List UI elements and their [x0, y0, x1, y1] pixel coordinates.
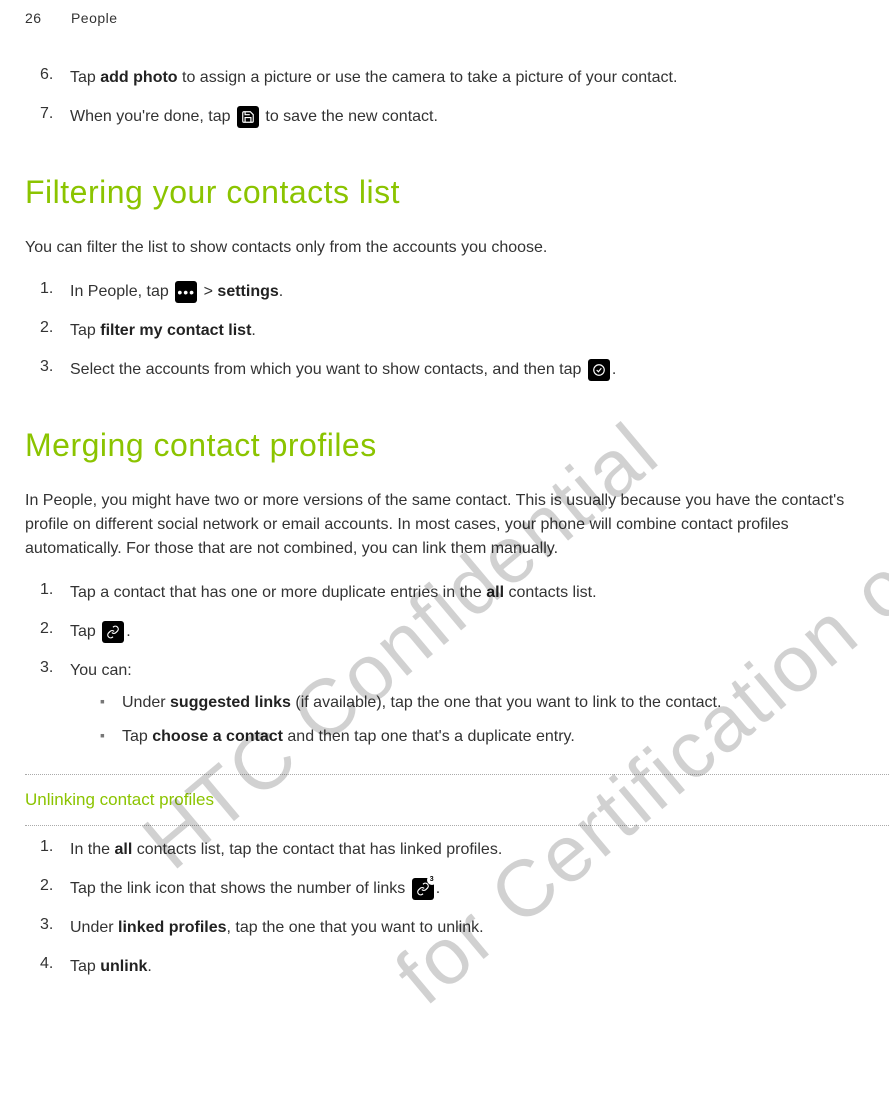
merge-sub-2: ▪ Tap choose a contact and then tap one …	[100, 725, 721, 749]
merge-sub-1: ▪ Under suggested links (if available), …	[100, 691, 721, 715]
section-name: People	[71, 10, 118, 26]
page-number: 26	[25, 10, 42, 26]
unlinking-steps: 1. In the all contacts list, tap the con…	[40, 838, 864, 979]
save-icon	[237, 106, 259, 128]
more-icon: •••	[175, 281, 197, 303]
filter-step-1: 1. In People, tap ••• > settings.	[40, 280, 864, 304]
filter-step-2: 2. Tap filter my contact list.	[40, 319, 864, 343]
step-6: 6. Tap add photo to assign a picture or …	[40, 66, 864, 90]
unlink-step-1: 1. In the all contacts list, tap the con…	[40, 838, 864, 862]
filtering-heading: Filtering your contacts list	[25, 174, 864, 211]
unlinking-heading-wrap: Unlinking contact profiles	[25, 774, 864, 826]
unlink-step-2: 2. Tap the link icon that shows the numb…	[40, 877, 864, 901]
check-icon	[588, 359, 610, 381]
unlink-step-4: 4. Tap unlink.	[40, 955, 864, 979]
merging-heading: Merging contact profiles	[25, 427, 864, 464]
step-7: 7. When you're done, tap to save the new…	[40, 105, 864, 129]
merging-steps: 1. Tap a contact that has one or more du…	[40, 581, 864, 759]
link-count-icon: 3	[412, 878, 434, 900]
merge-step-3: 3. You can: ▪ Under suggested links (if …	[40, 659, 864, 759]
unlink-step-3: 3. Under linked profiles, tap the one th…	[40, 916, 864, 940]
unlinking-heading: Unlinking contact profiles	[25, 790, 864, 810]
page-header: 26 People	[25, 10, 864, 26]
merging-lead: In People, you might have two or more ve…	[25, 489, 864, 561]
filter-step-3: 3. Select the accounts from which you wa…	[40, 358, 864, 382]
merge-step-1: 1. Tap a contact that has one or more du…	[40, 581, 864, 605]
merge-step-2: 2. Tap .	[40, 620, 864, 644]
continuation-steps: 6. Tap add photo to assign a picture or …	[40, 66, 864, 129]
filtering-steps: 1. In People, tap ••• > settings. 2. Tap…	[40, 280, 864, 382]
link-icon	[102, 621, 124, 643]
filtering-lead: You can filter the list to show contacts…	[25, 236, 864, 260]
merge-sublist: ▪ Under suggested links (if available), …	[100, 691, 721, 759]
